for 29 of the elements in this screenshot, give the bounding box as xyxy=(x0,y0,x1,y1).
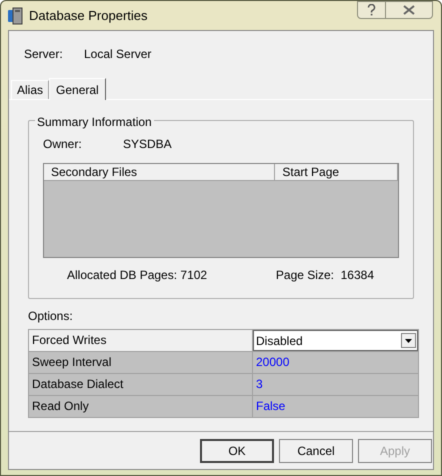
owner-label: Owner: xyxy=(43,136,83,153)
column-header[interactable]: Start Page xyxy=(275,164,398,181)
window-title: Database Properties xyxy=(29,6,148,25)
database-server-icon xyxy=(7,6,23,24)
property-name-cell: Sweep Interval xyxy=(29,352,252,373)
page-size-text: Page Size: 16384 xyxy=(276,267,374,284)
forced-writes-dropdown[interactable]: Disabled xyxy=(253,330,418,351)
property-value-cell: 20000 xyxy=(253,352,418,373)
property-value-cell: False xyxy=(253,396,418,417)
tab[interactable]: Alias xyxy=(11,80,50,99)
dialog-button[interactable]: OK xyxy=(200,439,274,463)
question-mark-icon xyxy=(367,4,376,16)
tab[interactable]: General xyxy=(49,78,106,100)
server-label: Server: xyxy=(24,46,64,63)
close-icon xyxy=(403,5,415,15)
owner-value: SYSDBA xyxy=(123,136,172,153)
property-name-cell: Forced Writes xyxy=(29,330,252,351)
property-value-cell: 3 xyxy=(253,374,418,395)
server-value: Local Server xyxy=(84,46,152,63)
caret-icon xyxy=(405,338,412,342)
close-button[interactable] xyxy=(386,1,433,19)
allocated-pages-text: Allocated DB Pages: 7102 xyxy=(67,267,208,284)
dialog-button[interactable]: Cancel xyxy=(279,439,353,463)
property-name-cell: Read Only xyxy=(29,396,252,417)
dropdown-arrow-button[interactable] xyxy=(401,333,416,348)
property-name-cell: Database Dialect xyxy=(29,374,252,395)
options-label: Options: xyxy=(28,308,74,323)
column-header[interactable]: Secondary Files xyxy=(44,164,276,181)
help-button[interactable] xyxy=(357,1,386,19)
